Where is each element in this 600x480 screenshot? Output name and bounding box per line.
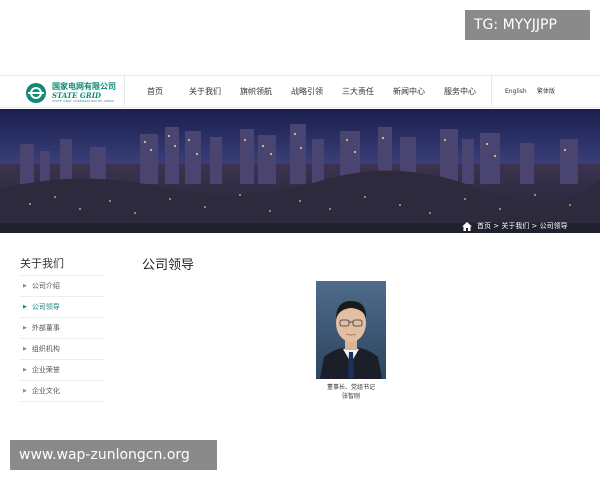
nav-item-about[interactable]: 关于我们 bbox=[180, 76, 230, 107]
breadcrumb-section[interactable]: 关于我们 bbox=[501, 221, 529, 231]
sidebar-item-company-leaders[interactable]: ▶ 公司领导 bbox=[20, 297, 104, 318]
sidebar-item-company-intro[interactable]: ▶ 公司介绍 bbox=[20, 276, 104, 297]
sidebar-item-label: 组织机构 bbox=[31, 345, 60, 353]
english-link[interactable]: English bbox=[505, 76, 527, 107]
sidebar-item-label: 外部董事 bbox=[31, 324, 60, 332]
home-icon bbox=[462, 221, 472, 231]
leader-name[interactable]: 张智刚 bbox=[300, 392, 402, 401]
sidebar-item-culture[interactable]: ▶ 企业文化 bbox=[20, 381, 104, 402]
breadcrumb-current: 公司领导 bbox=[539, 222, 568, 230]
page-title: 公司领导 bbox=[142, 258, 195, 273]
breadcrumb-separator: > bbox=[529, 222, 540, 230]
breadcrumb: 首页 > 关于我们 > 公司领导 bbox=[462, 220, 568, 232]
nav-item-service[interactable]: 服务中心 bbox=[434, 76, 486, 107]
city-night-banner: 首页 > 关于我们 > 公司领导 bbox=[0, 109, 600, 233]
state-grid-logo[interactable]: 国家电网有限公司 STATE GRID STATE GRID CORPORATI… bbox=[26, 82, 136, 104]
chevron-right-icon: ▶ bbox=[23, 388, 27, 394]
leader-portrait-image bbox=[316, 281, 386, 379]
nav-item-home[interactable]: 首页 bbox=[130, 76, 180, 107]
breadcrumb-home[interactable]: 首页 bbox=[477, 221, 491, 231]
leader-caption: 董事长、党组书记 张智刚 bbox=[300, 383, 402, 401]
leader-position: 董事长、党组书记 bbox=[326, 384, 375, 391]
sidebar-item-honors[interactable]: ▶ 企业荣誉 bbox=[20, 360, 104, 381]
nav-item-strategy[interactable]: 战略引领 bbox=[282, 76, 332, 107]
sidebar: 关于我们 ▶ 公司介绍 ▶ 公司领导 ▶ 外部董事 ▶ 组织机构 ▶ 企业荣誉 … bbox=[20, 256, 104, 402]
sidebar-item-label: 企业荣誉 bbox=[31, 366, 60, 374]
nav-item-flag[interactable]: 旗帜领航 bbox=[230, 76, 282, 107]
chevron-right-icon: ▶ bbox=[23, 283, 27, 289]
sidebar-item-organization[interactable]: ▶ 组织机构 bbox=[20, 339, 104, 360]
chevron-right-icon: ▶ bbox=[23, 325, 27, 331]
nav-item-responsibility[interactable]: 三大责任 bbox=[332, 76, 384, 107]
sidebar-item-label: 公司介绍 bbox=[31, 282, 60, 290]
breadcrumb-separator: > bbox=[491, 222, 502, 230]
traditional-chinese-link[interactable]: 繁体版 bbox=[537, 76, 555, 107]
state-grid-emblem-icon bbox=[26, 83, 46, 103]
chevron-right-icon: ▶ bbox=[23, 367, 27, 373]
site-header: 国家电网有限公司 STATE GRID STATE GRID CORPORATI… bbox=[0, 75, 600, 108]
city-skyline-image bbox=[0, 109, 600, 233]
chevron-right-icon: ▶ bbox=[23, 304, 27, 310]
nav-item-news[interactable]: 新闻中心 bbox=[384, 76, 434, 107]
sidebar-item-label: 公司领导 bbox=[31, 303, 60, 311]
logo-text: 国家电网有限公司 STATE GRID STATE GRID CORPORATI… bbox=[52, 83, 116, 103]
main-nav: 首页 关于我们 旗帜领航 战略引领 三大责任 新闻中心 服务中心 bbox=[130, 76, 486, 107]
leader-photo[interactable] bbox=[316, 281, 386, 379]
sidebar-item-external-directors[interactable]: ▶ 外部董事 bbox=[20, 318, 104, 339]
sidebar-title: 关于我们 bbox=[20, 256, 104, 276]
sidebar-item-label: 企业文化 bbox=[31, 387, 60, 395]
watermark-top: TG: MYYJJPP bbox=[465, 10, 590, 40]
logo-name-cn: 国家电网有限公司 bbox=[52, 82, 116, 91]
logo-name-sub: STATE GRID CORPORATION OF CHINA bbox=[52, 99, 115, 103]
logo-name-en: STATE GRID bbox=[52, 91, 102, 100]
header-divider-left bbox=[124, 76, 125, 107]
watermark-bottom: www.wap-zunlongcn.org bbox=[10, 440, 217, 470]
chevron-right-icon: ▶ bbox=[23, 346, 27, 352]
header-divider-right bbox=[491, 76, 492, 107]
